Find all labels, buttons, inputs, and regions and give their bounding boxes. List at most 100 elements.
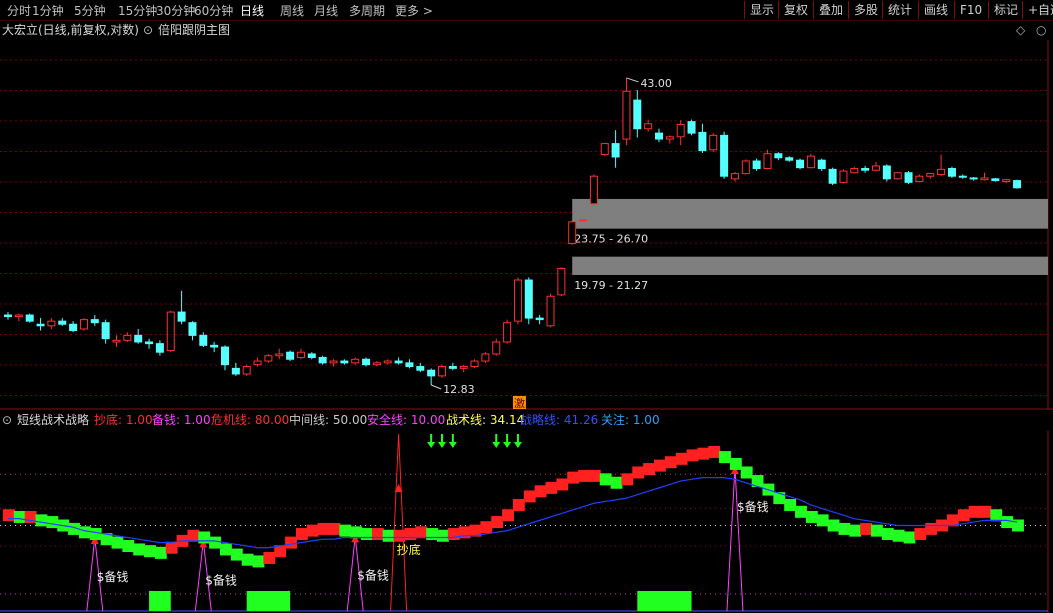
period-tab-1[interactable]: 1分钟 — [32, 2, 64, 19]
period-tab-2[interactable]: 5分钟 — [74, 2, 106, 19]
tactic-bar — [371, 528, 384, 541]
tactic-bar — [664, 456, 677, 469]
tactic-bar — [437, 529, 449, 542]
candle-body — [698, 131, 707, 152]
candle-body — [470, 360, 479, 368]
candle-body — [394, 360, 403, 364]
tactic-bar — [643, 463, 655, 476]
tactic-bar — [122, 540, 135, 553]
tactic-bar — [230, 548, 243, 561]
candlestick-chart[interactable]: 23.75 - 26.70 19.79 - 21.27 43.00 12.83 激 — [0, 40, 1053, 410]
candle-body — [991, 178, 1000, 182]
toolbar-button-0[interactable]: 显示 — [744, 1, 779, 19]
down-arrow-icon — [448, 442, 457, 448]
tactic-bar — [708, 445, 721, 458]
candle-body — [90, 319, 99, 324]
tactic-bar — [382, 529, 395, 542]
period-tab-5[interactable]: 60分钟 — [194, 2, 233, 19]
tactic-bar — [990, 509, 1003, 522]
toolbar-button-6[interactable]: F10 — [954, 1, 987, 19]
toolbar-button-7[interactable]: 标记 — [988, 1, 1023, 19]
low-pointer — [430, 384, 442, 390]
candle-body — [221, 346, 229, 366]
candle-body — [720, 134, 729, 177]
tactic-bar — [426, 528, 438, 541]
candle-body — [427, 369, 436, 377]
tactic-bar — [187, 529, 200, 542]
tactic-bar — [35, 514, 48, 527]
tactic-bar — [588, 469, 601, 482]
tactic-bar — [795, 505, 807, 518]
tactic-bar — [350, 526, 363, 539]
candle-body — [828, 168, 837, 184]
candle-body — [134, 334, 143, 343]
money-signal-label: $备钱 — [357, 567, 389, 582]
legend-item-4: 安全线: 10.00 — [367, 413, 446, 427]
candle-body — [253, 360, 262, 366]
diamond-icon[interactable]: ◇ — [1016, 21, 1025, 39]
candle-body — [14, 314, 23, 318]
candle-body — [926, 173, 935, 177]
period-tab-9[interactable]: 多周期 — [349, 2, 385, 19]
candle-body — [665, 136, 674, 140]
circle-icon[interactable]: ○ — [1036, 21, 1046, 39]
tactic-bar — [13, 510, 26, 523]
period-tab-7[interactable]: 周线 — [280, 2, 304, 19]
high-price-label: 43.00 — [640, 77, 672, 90]
candle-body — [199, 334, 208, 346]
signal-marker: 激 — [514, 396, 525, 410]
period-tab-0[interactable]: 分时 — [7, 2, 31, 19]
candle-body — [882, 165, 891, 180]
toolbar-button-3[interactable]: 多股 — [848, 1, 883, 19]
candle-body — [503, 322, 512, 343]
candle-body — [850, 167, 859, 174]
stock-title: 大宏立(日线,前复权,对数) — [2, 23, 139, 37]
period-tab-4[interactable]: 30分钟 — [156, 2, 195, 19]
tactic-bar — [523, 490, 536, 503]
candle-body — [644, 123, 653, 130]
tactic-bar — [979, 505, 992, 518]
toolbar-button-1[interactable]: 复权 — [778, 1, 813, 19]
bottom-block — [246, 591, 291, 611]
tactic-indicator-chart[interactable]: $备钱 $备钱 $备钱$备钱抄底 — [0, 430, 1053, 613]
candle-body — [210, 344, 219, 348]
legend-item-1: 备钱: 1.00 — [152, 413, 211, 427]
tactic-bar — [89, 528, 102, 541]
tactic-bar — [220, 543, 232, 556]
toolbar-button-5[interactable]: 画线 — [918, 1, 953, 19]
tactic-bar — [404, 528, 417, 541]
tactic-bar — [556, 478, 569, 491]
candle-body — [904, 172, 913, 183]
period-tab-6[interactable]: 日线 — [240, 2, 264, 19]
toolbar-button-4[interactable]: 统计 — [882, 1, 917, 19]
candle-body — [1013, 180, 1022, 189]
indicator-expand-icon[interactable]: ⊙ — [143, 21, 153, 39]
tactic-bar — [697, 447, 710, 460]
candle-body — [589, 175, 598, 205]
tactic-bar — [78, 526, 91, 539]
money-signal-label: $备钱 — [737, 499, 769, 514]
toolbar-button-8[interactable]: +自选 — [1022, 1, 1053, 19]
tactic-bar — [567, 471, 580, 484]
tactic-bar — [133, 543, 146, 556]
candle-body — [264, 355, 273, 362]
sub-indicator-name[interactable]: 短线战术战略 — [17, 411, 89, 429]
sub-expand-icon[interactable]: ⊙ — [2, 411, 12, 429]
candle-body — [481, 353, 490, 362]
candle-body — [958, 175, 967, 178]
candle-body — [872, 165, 880, 171]
tactic-bar — [816, 514, 829, 527]
candle-body — [861, 167, 870, 171]
period-tab-10[interactable]: 更多 > — [395, 2, 433, 19]
toolbar-button-2[interactable]: 叠加 — [813, 1, 848, 19]
tactic-bar — [827, 519, 840, 532]
candle-body — [980, 177, 989, 181]
main-indicator-name[interactable]: 倍阳跟阴主图 — [158, 21, 230, 39]
down-arrow-icon — [503, 442, 512, 448]
candle-body — [741, 160, 750, 175]
candle-body — [405, 362, 414, 368]
money-spike — [726, 467, 744, 612]
bottom-spike — [390, 433, 408, 612]
period-tab-3[interactable]: 15分钟 — [118, 2, 157, 19]
period-tab-8[interactable]: 月线 — [314, 2, 338, 19]
